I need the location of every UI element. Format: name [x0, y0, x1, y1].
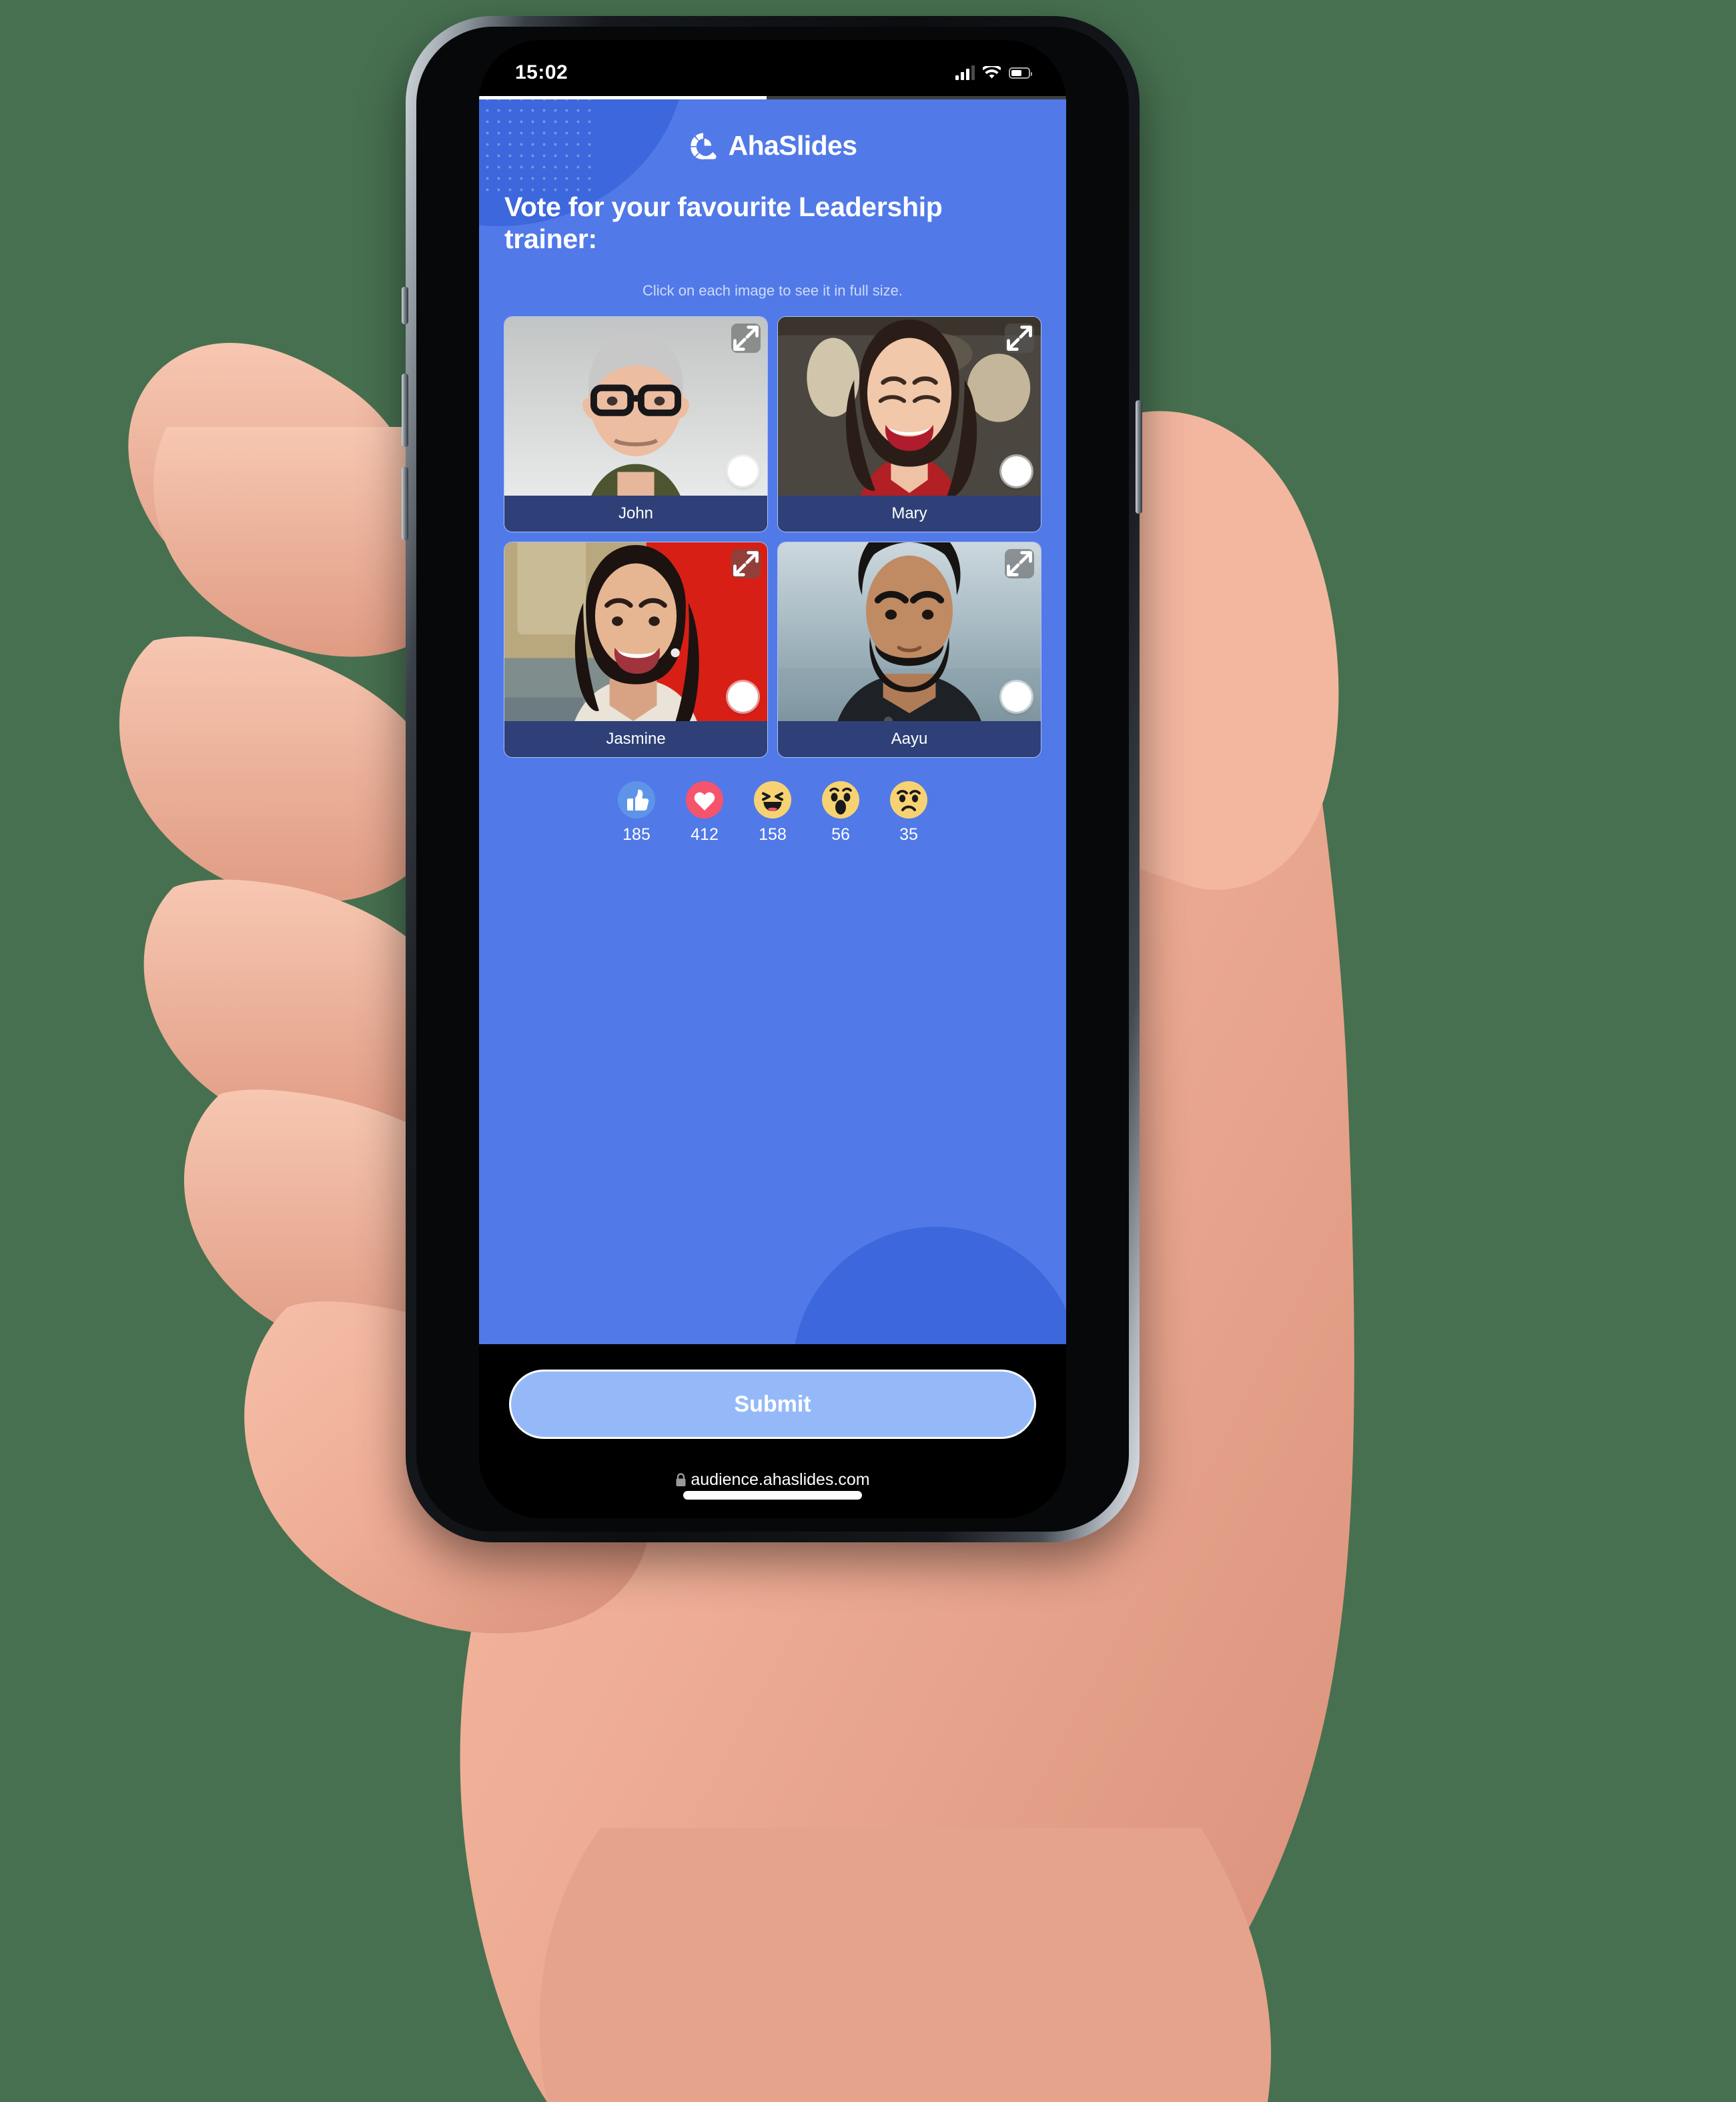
power-button[interactable] — [1136, 400, 1142, 514]
option-image-aayu[interactable] — [778, 542, 1041, 721]
page-load-progress — [479, 96, 1066, 99]
reaction-heart[interactable]: 412 — [686, 780, 723, 845]
status-bar-clock: 15:02 — [515, 61, 568, 83]
poll-option-jasmine[interactable]: Jasmine — [504, 542, 767, 757]
decorative-blob-bottom-right — [793, 1227, 1066, 1344]
expand-arrows-icon[interactable] — [731, 323, 761, 353]
reaction-count: 56 — [831, 825, 850, 844]
mute-switch[interactable] — [402, 287, 408, 324]
option-label-jasmine: Jasmine — [504, 720, 767, 757]
page-title: Vote for your favourite Leadership train… — [504, 191, 943, 255]
notch — [673, 40, 873, 77]
phone-screen: 15:02 AhaSlides Vote for your favourite … — [479, 40, 1066, 1518]
option-image-mary[interactable] — [778, 316, 1041, 496]
status-bar-indicators — [955, 65, 1032, 80]
radio-unselected-icon[interactable] — [728, 681, 758, 712]
expand-arrows-icon[interactable] — [731, 548, 761, 578]
heart-icon[interactable] — [686, 780, 723, 819]
option-image-jasmine[interactable] — [504, 542, 767, 721]
lock-icon — [676, 1472, 686, 1486]
reaction-surprised[interactable]: 56 — [822, 780, 859, 845]
laughing-face-icon[interactable] — [754, 780, 791, 819]
cellular-signal-icon — [955, 65, 975, 80]
reaction-count: 158 — [759, 825, 787, 844]
reaction-count: 35 — [899, 825, 918, 844]
reactions-bar: 185 412 158 56 35 — [504, 780, 1041, 845]
brand-logo: AhaSlides — [504, 99, 1041, 161]
volume-down-button[interactable] — [402, 467, 408, 540]
radio-unselected-icon[interactable] — [1001, 456, 1031, 486]
option-label-mary: Mary — [778, 495, 1041, 532]
poll-options-grid: John Mary Jasmine Aayu — [504, 316, 1041, 757]
battery-icon — [1009, 67, 1032, 79]
reaction-count: 412 — [691, 825, 719, 844]
poll-page: AhaSlides Vote for your favourite Leader… — [479, 99, 1066, 1344]
wifi-icon — [983, 66, 1001, 79]
radio-unselected-icon[interactable] — [1001, 681, 1031, 712]
url-text: audience.ahaslides.com — [691, 1470, 870, 1489]
ahaslides-logo-icon — [690, 132, 717, 159]
option-label-aayu: Aayu — [778, 720, 1041, 757]
reaction-count: 185 — [622, 825, 650, 844]
poll-option-aayu[interactable]: Aayu — [778, 542, 1041, 757]
option-image-john[interactable] — [504, 316, 767, 496]
reaction-laughing[interactable]: 158 — [754, 780, 791, 845]
thumbs-up-icon[interactable] — [618, 780, 655, 819]
submit-button[interactable]: Submit — [509, 1370, 1036, 1439]
reaction-sad[interactable]: 35 — [890, 780, 927, 845]
sad-face-icon[interactable] — [890, 780, 927, 819]
home-indicator[interactable] — [683, 1491, 862, 1500]
page-instruction: Click on each image to see it in full si… — [642, 282, 903, 299]
screenshot-stage: 15:02 AhaSlides Vote for your favourite … — [0, 0, 1736, 2102]
option-label-john: John — [504, 495, 767, 532]
volume-up-button[interactable] — [402, 374, 408, 447]
surprised-face-icon[interactable] — [822, 780, 859, 819]
expand-arrows-icon[interactable] — [1005, 548, 1034, 578]
reaction-thumbs-up[interactable]: 185 — [618, 780, 655, 845]
brand-name: AhaSlides — [728, 130, 857, 161]
expand-arrows-icon[interactable] — [1005, 323, 1034, 353]
poll-option-mary[interactable]: Mary — [778, 316, 1041, 532]
poll-option-john[interactable]: John — [504, 316, 767, 532]
submit-area: Submit — [479, 1344, 1066, 1464]
radio-unselected-icon[interactable] — [728, 456, 758, 486]
